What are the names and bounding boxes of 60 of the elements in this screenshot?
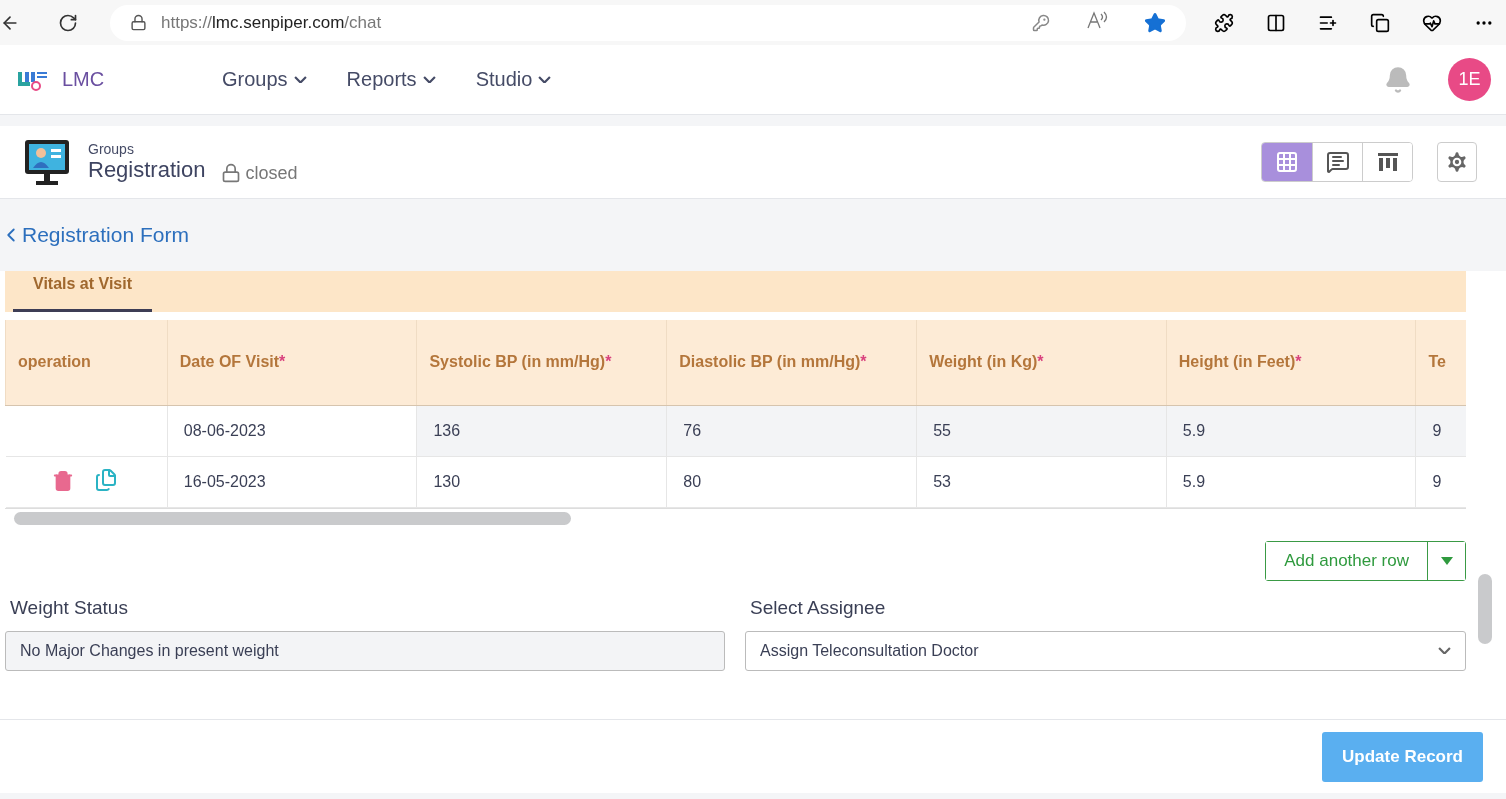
- scrollbar[interactable]: [14, 512, 571, 525]
- scrollbar[interactable]: [1478, 574, 1492, 644]
- grid-icon: [1275, 150, 1299, 174]
- health-icon[interactable]: [1422, 12, 1442, 33]
- chevron-down-icon: [1438, 646, 1451, 655]
- favorite-star-icon[interactable]: [1144, 11, 1166, 34]
- field-label: Weight Status: [9, 596, 129, 619]
- table-cell: 76: [666, 405, 917, 456]
- table-cell: 5.9: [1166, 405, 1416, 456]
- table-cell: 55: [916, 405, 1167, 456]
- table-cell: 16-05-2023: [167, 456, 417, 507]
- user-avatar[interactable]: 1E: [1448, 58, 1491, 101]
- field-label: Select Assignee: [749, 596, 887, 619]
- chevron-down-icon: [538, 75, 552, 84]
- column-header: Diastolic BP (in mm/Hg)*: [666, 320, 917, 405]
- text-area[interactable]: No Major Changes in present weight: [5, 630, 725, 671]
- view-toggle[interactable]: [1362, 143, 1412, 181]
- chevron-down-icon: [293, 75, 307, 84]
- dropdown-button[interactable]: [1427, 541, 1465, 580]
- column-header: Height (in Feet)*: [1166, 320, 1416, 405]
- table-cell: 80: [666, 456, 917, 507]
- nav-menu[interactable]: Reports: [346, 68, 436, 91]
- table-cell: 53: [916, 456, 1167, 507]
- nav-menu[interactable]: Groups: [222, 68, 307, 91]
- page-title: Registration: [88, 157, 206, 183]
- monitor-icon: [24, 138, 70, 186]
- column-header: operation: [5, 320, 168, 405]
- column-header: Te: [1416, 320, 1466, 405]
- lock-icon: [130, 14, 147, 31]
- table-cell: 08-06-2023: [167, 405, 417, 456]
- columns-icon: [1375, 150, 1400, 174]
- table-cell: 130: [416, 456, 667, 507]
- brand-name[interactable]: LMC: [62, 68, 222, 91]
- column-header: Date OF Visit*: [167, 320, 417, 405]
- column-header: Systolic BP (in mm/Hg)*: [416, 320, 667, 405]
- table-cell: 9: [1416, 456, 1466, 507]
- caret-down-icon: [1440, 556, 1453, 565]
- table-cell: 5.9: [1166, 456, 1416, 507]
- column-header: Weight (in Kg)*: [916, 320, 1167, 405]
- delete-button[interactable]: [51, 469, 74, 492]
- status-label: closed: [221, 162, 298, 184]
- table-cell: 9: [1416, 405, 1466, 456]
- key-icon[interactable]: [1032, 13, 1050, 32]
- view-toggle[interactable]: [1262, 143, 1312, 181]
- lock-icon: [221, 163, 242, 183]
- chevron-down-icon: [422, 75, 436, 84]
- tab[interactable]: Vitals at Visit: [13, 271, 152, 312]
- breadcrumb[interactable]: Groups: [88, 140, 298, 157]
- collections-icon[interactable]: [1370, 12, 1390, 33]
- nav-menu[interactable]: Studio: [475, 68, 552, 91]
- url-text: https://lmc.senpiper.com/chat: [161, 12, 383, 33]
- back-link[interactable]: Registration Form: [0, 199, 1506, 271]
- refresh-icon[interactable]: [58, 12, 78, 33]
- split-screen-icon[interactable]: [1266, 12, 1286, 33]
- address-bar[interactable]: https://lmc.senpiper.com/chat: [110, 4, 1186, 41]
- table-cell: 136: [416, 405, 667, 456]
- select-field[interactable]: Assign Teleconsultation Doctor: [745, 630, 1466, 671]
- extensions-icon[interactable]: [1214, 12, 1234, 33]
- chat-icon: [1325, 150, 1350, 174]
- settings-button[interactable]: [1437, 142, 1477, 182]
